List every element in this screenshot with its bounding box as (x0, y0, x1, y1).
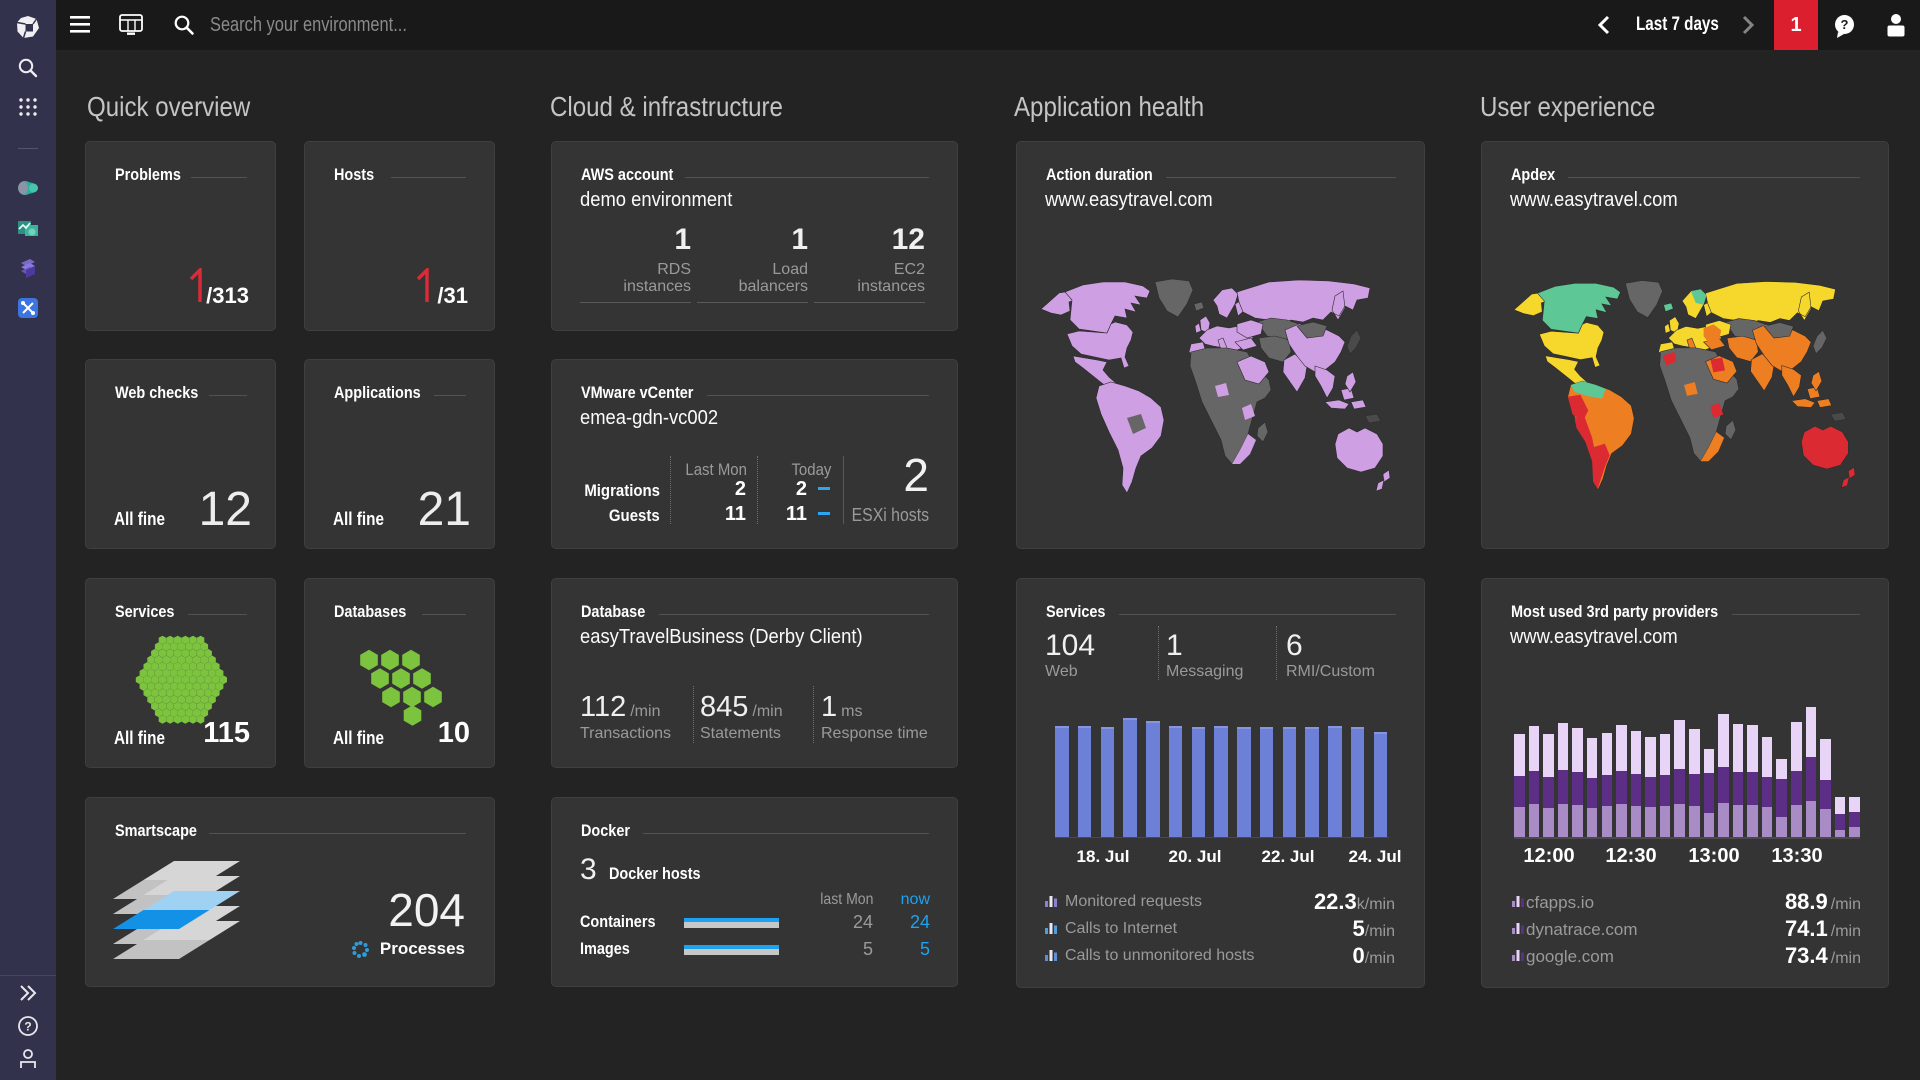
svg-text:?: ? (24, 1020, 31, 1034)
svg-text:?: ? (1841, 17, 1849, 32)
